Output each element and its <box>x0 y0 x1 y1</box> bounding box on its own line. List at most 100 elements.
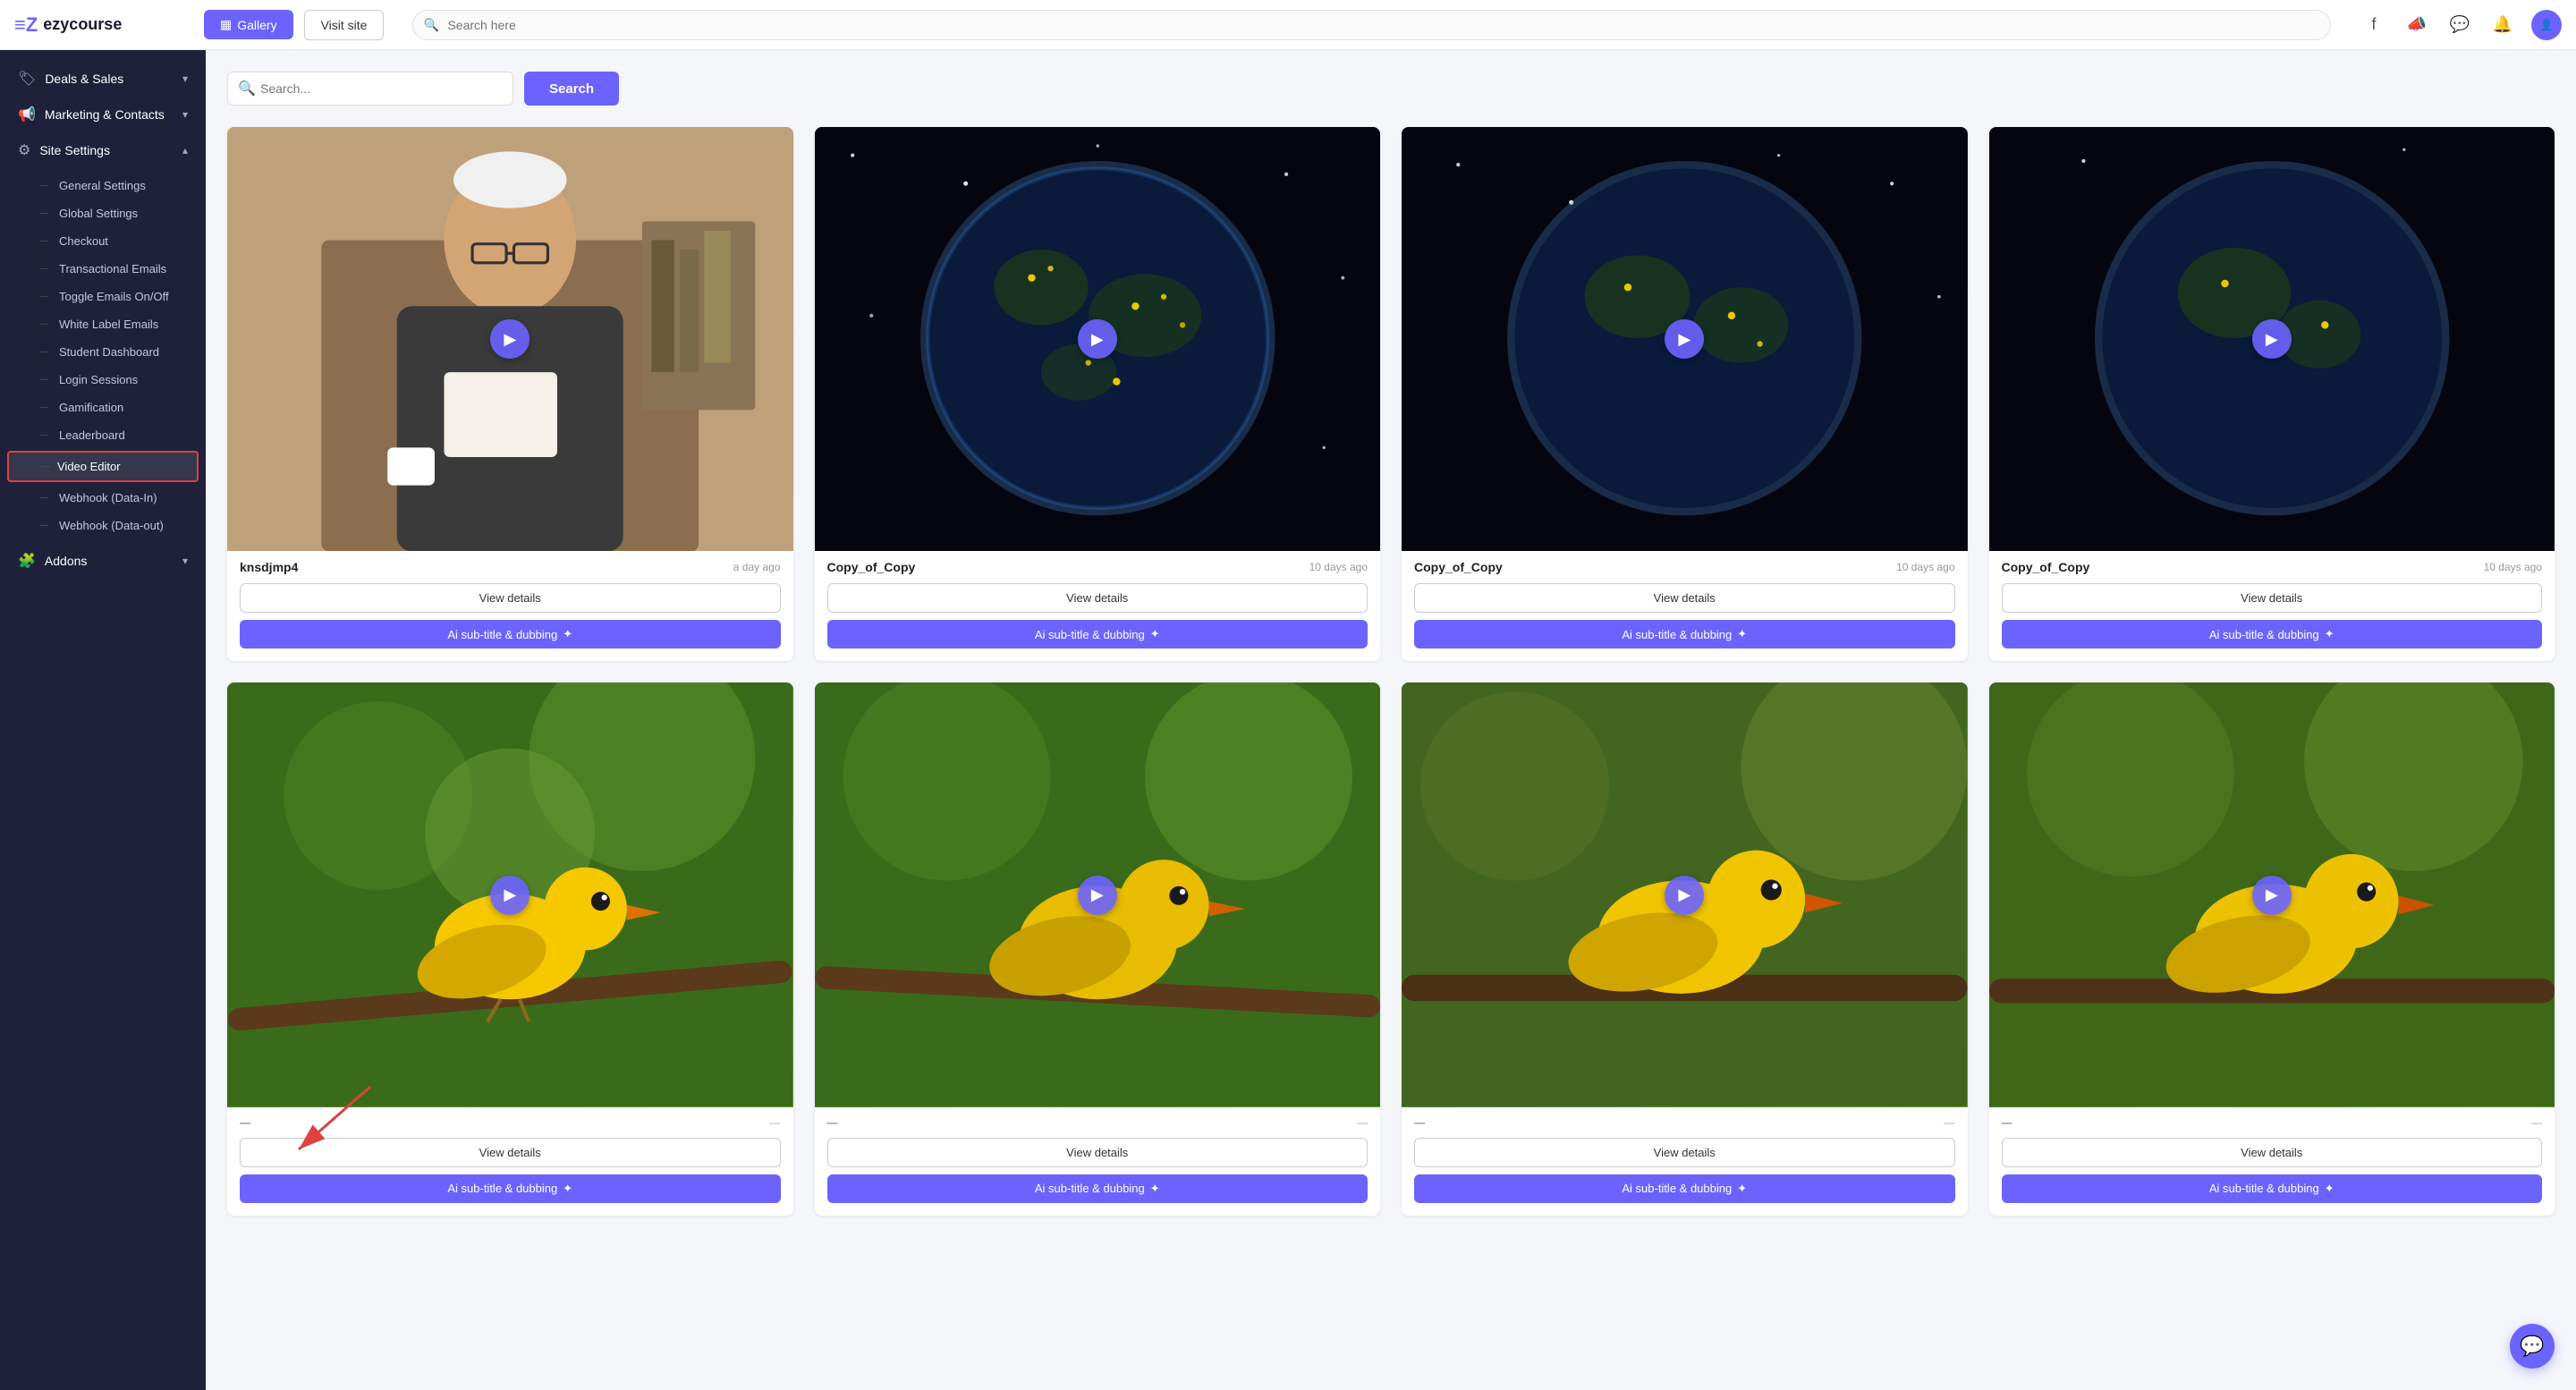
video-name: — <box>2002 1116 2012 1129</box>
view-details-button[interactable]: View details <box>240 583 781 613</box>
chevron-down-icon: ▾ <box>182 72 188 85</box>
video-actions: View details Ai sub-title & dubbing ✦ <box>815 583 1381 661</box>
ai-subtitle-button[interactable]: Ai sub-title & dubbing ✦ <box>2002 1174 2543 1203</box>
ai-subtitle-button[interactable]: Ai sub-title & dubbing ✦ <box>240 620 781 648</box>
video-time: — <box>1357 1116 1368 1129</box>
video-time: 10 days ago <box>2484 561 2542 573</box>
video-info: Copy_of_Copy 10 days ago <box>1402 551 1968 583</box>
chat-bubble-button[interactable]: 💬 <box>2510 1324 2555 1369</box>
view-details-button[interactable]: View details <box>240 1138 781 1167</box>
play-button[interactable]: ▶ <box>2252 319 2292 359</box>
video-actions: View details Ai sub-title & dubbing ✦ <box>227 1138 793 1216</box>
video-name: knsdjmp4 <box>240 560 298 574</box>
addons-icon: 🧩 <box>18 552 36 570</box>
gallery-button[interactable]: ▦ Gallery <box>204 10 293 39</box>
video-card: ▶ — — View details Ai sub-title & dubbin… <box>1402 682 1968 1215</box>
facebook-icon[interactable]: f <box>2360 11 2388 39</box>
sidebar-item-login-sessions[interactable]: Login Sessions <box>0 366 206 394</box>
sparkle-icon: ✦ <box>563 627 572 641</box>
video-thumbnail: ▶ <box>227 682 793 1106</box>
ai-subtitle-button[interactable]: Ai sub-title & dubbing ✦ <box>827 620 1368 648</box>
ai-subtitle-button[interactable]: Ai sub-title & dubbing ✦ <box>827 1174 1368 1203</box>
video-time: — <box>770 1116 781 1129</box>
sidebar-item-addons[interactable]: 🧩 Addons ▾ <box>0 543 206 579</box>
search-input[interactable] <box>227 72 513 106</box>
video-thumbnail: ▶ <box>227 127 793 551</box>
sidebar-item-gamification[interactable]: Gamification <box>0 394 206 421</box>
bell-icon[interactable]: 🔔 <box>2488 11 2517 39</box>
sidebar-item-video-editor[interactable]: — Video Editor <box>7 451 199 482</box>
play-button[interactable]: ▶ <box>1665 876 1704 915</box>
deals-icon: 🏷 <box>18 70 36 88</box>
ai-subtitle-button[interactable]: Ai sub-title & dubbing ✦ <box>2002 620 2543 648</box>
video-time: a day ago <box>733 561 781 573</box>
sidebar-item-white-label[interactable]: White Label Emails <box>0 310 206 338</box>
ai-subtitle-button[interactable]: Ai sub-title & dubbing ✦ <box>1414 620 1955 648</box>
search-input-wrap: 🔍 <box>227 72 513 106</box>
search-button[interactable]: Search <box>524 72 619 106</box>
view-details-button[interactable]: View details <box>827 1138 1368 1167</box>
sidebar-item-webhook-in[interactable]: Webhook (Data-In) <box>0 484 206 512</box>
play-button[interactable]: ▶ <box>1078 876 1117 915</box>
play-button[interactable]: ▶ <box>2252 876 2292 915</box>
video-actions: View details Ai sub-title & dubbing ✦ <box>1989 583 2555 661</box>
video-name: — <box>240 1116 250 1129</box>
sparkle-icon: ✦ <box>2325 1182 2334 1196</box>
video-thumbnail: ▶ <box>1402 127 1968 551</box>
video-name: — <box>827 1116 838 1129</box>
view-details-button[interactable]: View details <box>827 583 1368 613</box>
main-content: 🔍 Search <box>206 50 2576 1390</box>
navbar: ≡Z ezycourse ▦ Gallery Visit site 🔍 f 📣 … <box>0 0 2576 50</box>
navbar-icons: f 📣 💬 🔔 👤 <box>2360 10 2562 40</box>
sidebar-item-global[interactable]: Global Settings <box>0 199 206 227</box>
view-details-button[interactable]: View details <box>1414 1138 1955 1167</box>
logo-text: ezycourse <box>43 15 122 34</box>
sidebar-item-checkout[interactable]: Checkout <box>0 227 206 255</box>
video-time: — <box>1945 1116 1955 1129</box>
chat-icon[interactable]: 💬 <box>2445 11 2474 39</box>
sidebar-item-transactional[interactable]: Transactional Emails <box>0 255 206 283</box>
view-details-button[interactable]: View details <box>2002 583 2543 613</box>
megaphone-icon[interactable]: 📣 <box>2402 11 2431 39</box>
play-button[interactable]: ▶ <box>490 876 530 915</box>
addons-label: Addons <box>45 554 87 568</box>
sidebar-item-student-dashboard[interactable]: Student Dashboard <box>0 338 206 366</box>
video-card: ▶ — — View details Ai sub-title & dubbin… <box>815 682 1381 1215</box>
play-button[interactable]: ▶ <box>1078 319 1117 359</box>
gallery-icon: ▦ <box>220 17 232 32</box>
visit-site-button[interactable]: Visit site <box>304 10 385 40</box>
sidebar-item-webhook-out[interactable]: Webhook (Data-out) <box>0 512 206 539</box>
app-logo[interactable]: ≡Z ezycourse <box>14 13 193 37</box>
sidebar-item-general[interactable]: General Settings <box>0 172 206 199</box>
sidebar-item-deals[interactable]: 🏷 Deals & Sales ▾ <box>0 61 206 97</box>
deals-label: Deals & Sales <box>45 72 123 86</box>
video-card: ▶ Copy_of_Copy 10 days ago View details … <box>815 127 1381 661</box>
site-settings-label: Site Settings <box>39 143 110 157</box>
search-icon: 🔍 <box>423 17 438 32</box>
video-name: Copy_of_Copy <box>1414 560 1503 574</box>
video-actions: View details Ai sub-title & dubbing ✦ <box>1402 1138 1968 1216</box>
video-card: ▶ knsdjmp4 a day ago View details Ai sub… <box>227 127 793 661</box>
sidebar-item-toggle-emails[interactable]: Toggle Emails On/Off <box>0 283 206 310</box>
chevron-down-icon: ▾ <box>182 555 188 567</box>
video-thumbnail: ▶ <box>815 682 1381 1106</box>
sidebar-item-marketing[interactable]: 📢 Marketing & Contacts ▾ <box>0 97 206 132</box>
view-details-button[interactable]: View details <box>1414 583 1955 613</box>
sparkle-icon: ✦ <box>1737 1182 1747 1196</box>
chevron-down-icon: ▾ <box>182 108 188 121</box>
view-details-button[interactable]: View details <box>2002 1138 2543 1167</box>
ai-subtitle-button[interactable]: Ai sub-title & dubbing ✦ <box>240 1174 781 1203</box>
sidebar-item-leaderboard[interactable]: Leaderboard <box>0 421 206 449</box>
marketing-label: Marketing & Contacts <box>45 107 165 122</box>
user-avatar[interactable]: 👤 <box>2531 10 2562 40</box>
video-card: ▶ Copy_of_Copy 10 days ago View details … <box>1402 127 1968 661</box>
ai-subtitle-button[interactable]: Ai sub-title & dubbing ✦ <box>1414 1174 1955 1203</box>
global-search-input[interactable] <box>412 10 2331 40</box>
sidebar-item-site-settings[interactable]: ⚙ Site Settings ▴ <box>0 132 206 168</box>
video-info: knsdjmp4 a day ago <box>227 551 793 583</box>
sparkle-icon: ✦ <box>563 1182 572 1196</box>
video-thumbnail: ▶ <box>1402 682 1968 1106</box>
video-card: ▶ — — View details Ai sub-title & dubbin… <box>1989 682 2555 1215</box>
video-info: — — <box>1989 1107 2555 1138</box>
sparkle-icon: ✦ <box>1150 1182 1160 1196</box>
